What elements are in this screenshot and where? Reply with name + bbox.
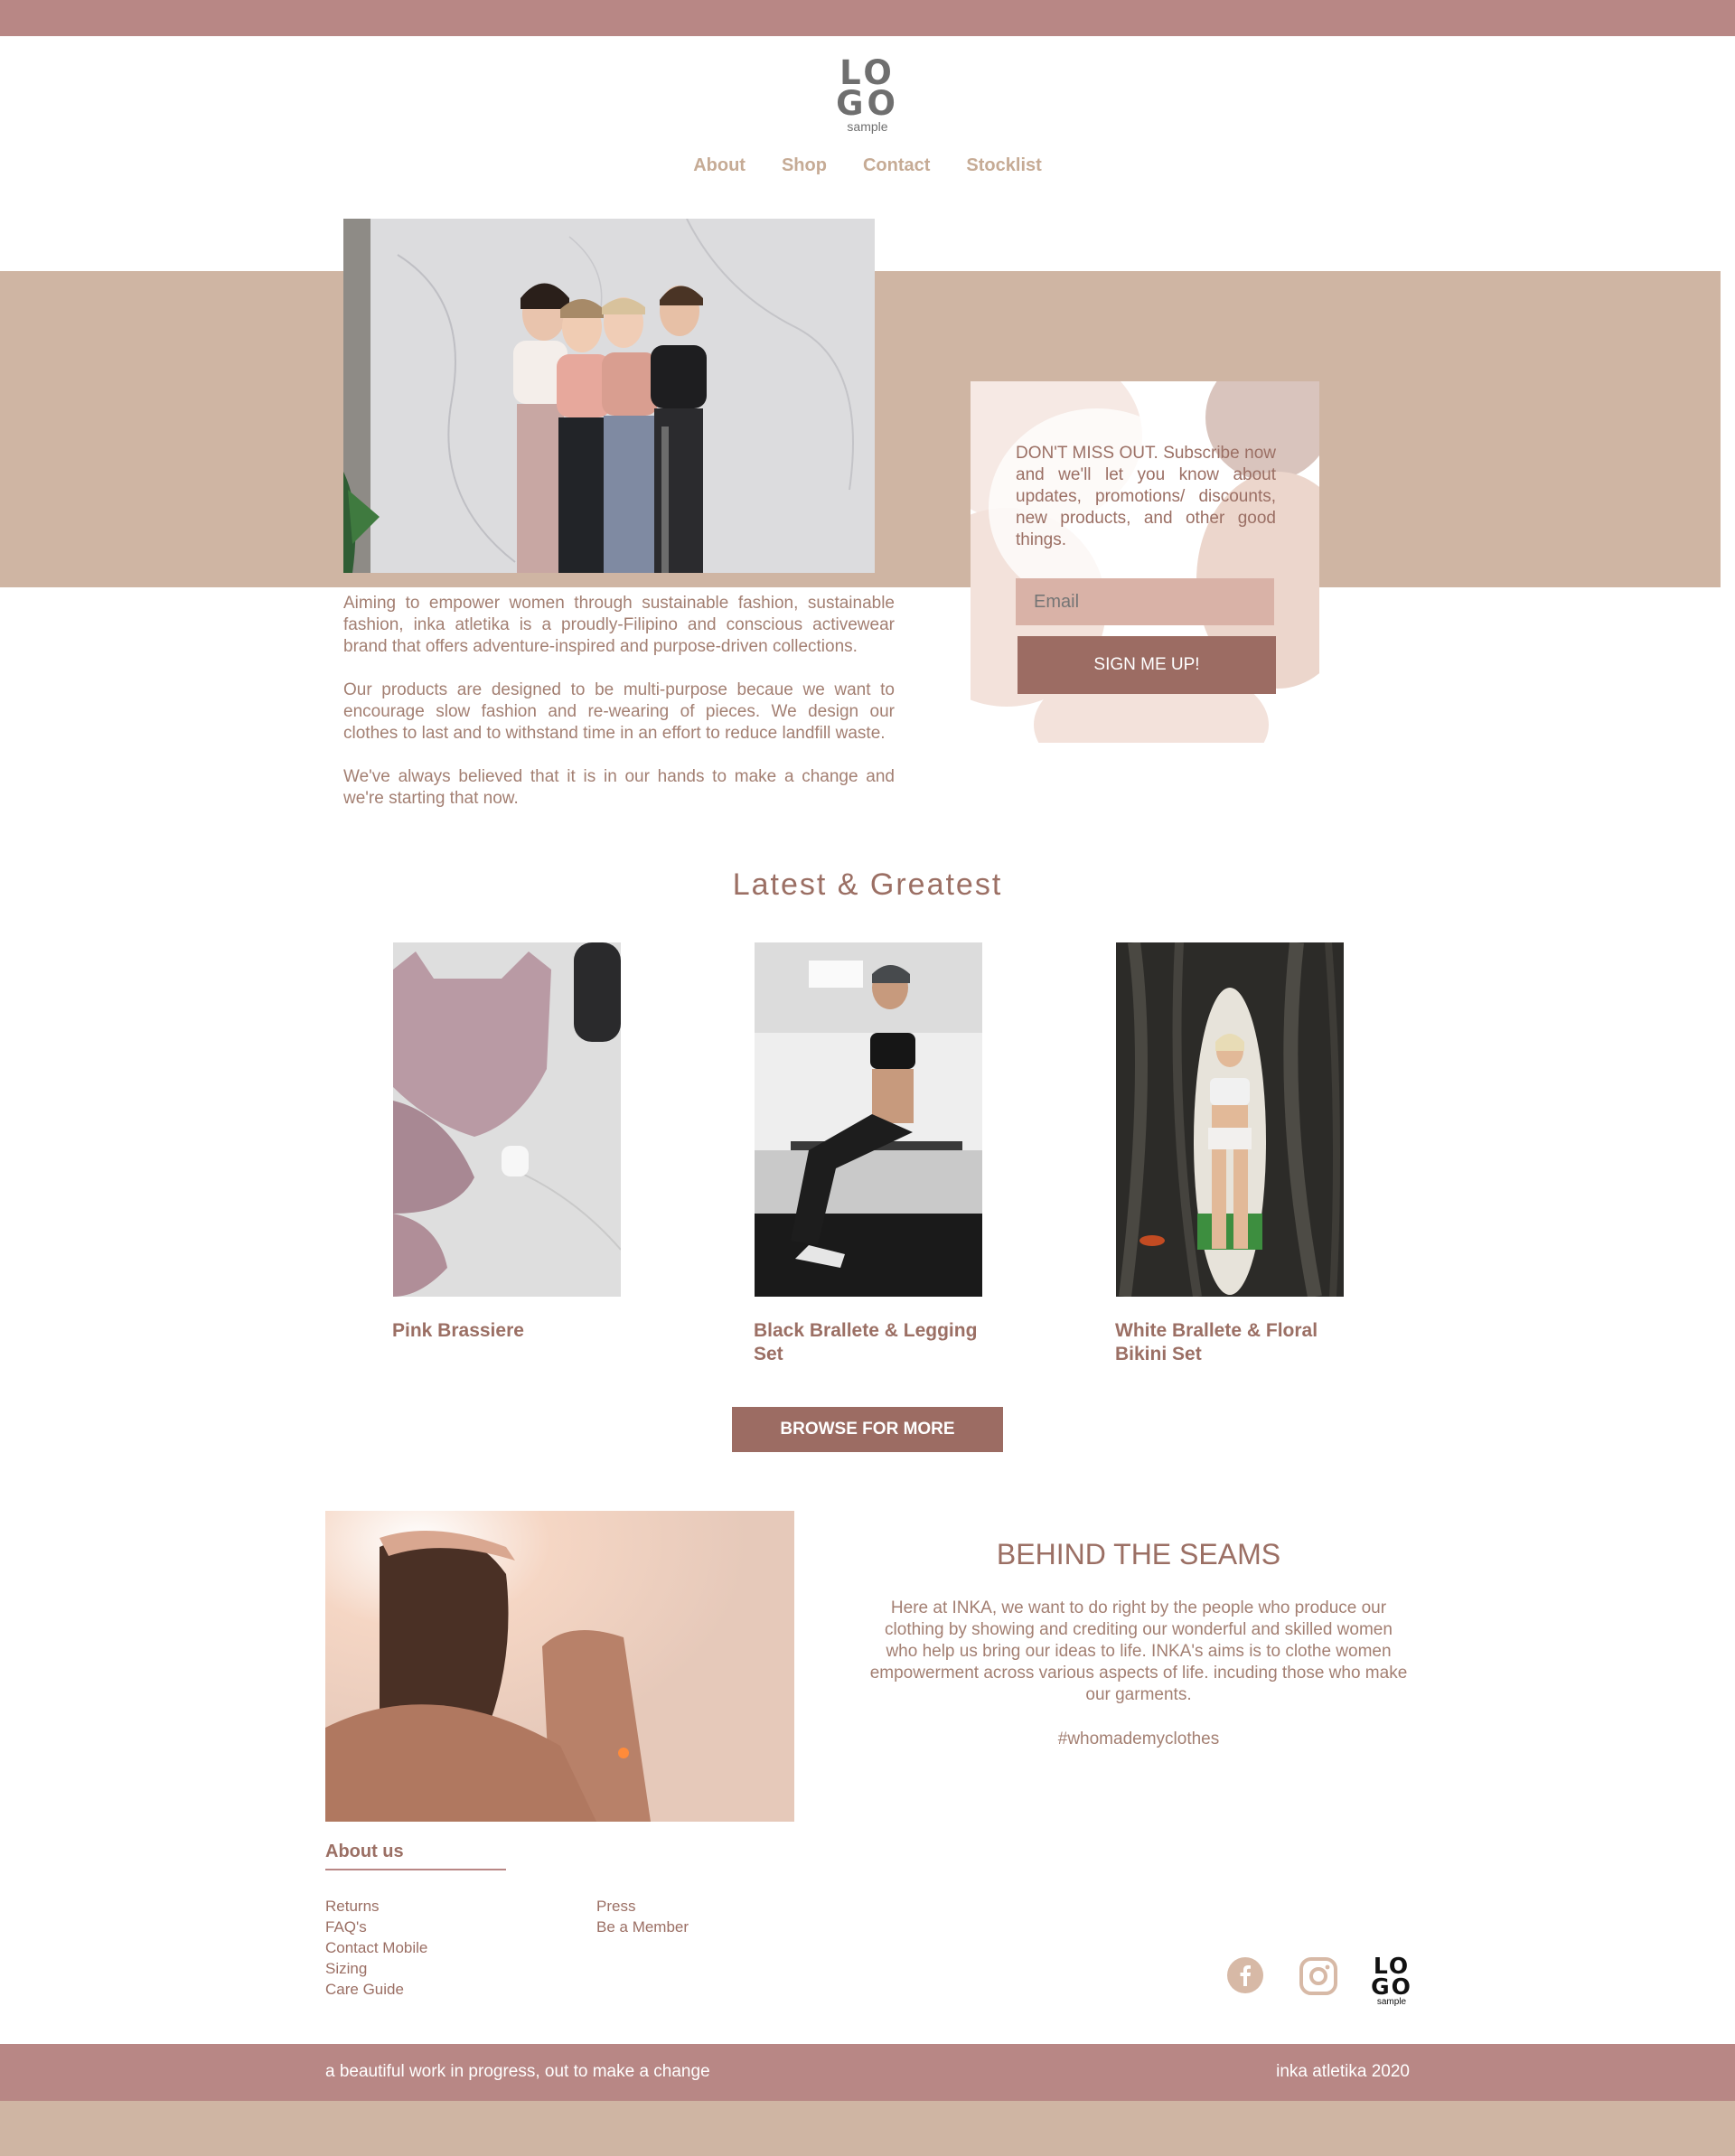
hero-photo: [343, 219, 875, 573]
footer-link-care-guide[interactable]: Care Guide: [325, 1979, 427, 2000]
footer-link-returns[interactable]: Returns: [325, 1896, 427, 1917]
logo-sub: sample: [847, 119, 888, 134]
product-name-1[interactable]: Pink Brassiere: [392, 1319, 627, 1343]
logo-line-2: GO: [836, 84, 899, 123]
email-input[interactable]: [1016, 578, 1274, 625]
product-photo-2: [755, 942, 982, 1297]
footer-about-underline: [325, 1869, 506, 1870]
footer-tagline: a beautiful work in progress, out to mak…: [325, 2062, 710, 2081]
footer-link-press[interactable]: Press: [596, 1896, 689, 1917]
nav-about[interactable]: About: [693, 155, 746, 176]
footer-link-be-a-member[interactable]: Be a Member: [596, 1917, 689, 1937]
intro-text: Aiming to empower women through sustaina…: [343, 593, 895, 831]
nav-shop[interactable]: Shop: [782, 155, 827, 176]
footer-logo-line-2: GO: [1371, 1973, 1412, 2000]
nav-stocklist[interactable]: Stocklist: [966, 155, 1041, 176]
latest-title: Latest & Greatest: [732, 867, 1003, 902]
seams-hashtag[interactable]: #whomademyclothes: [868, 1729, 1410, 1749]
product-photo-1: [393, 942, 621, 1297]
nav-contact[interactable]: Contact: [863, 155, 930, 176]
product-photo-3: [1116, 942, 1344, 1297]
intro-paragraph-3: We've always believed that it is in our …: [343, 767, 895, 808]
product-name-2[interactable]: Black Brallete & Legging Set: [754, 1319, 989, 1366]
main-nav: About Shop Contact Stocklist: [0, 155, 1735, 176]
browse-button[interactable]: BROWSE FOR MORE: [732, 1407, 1003, 1452]
footer-link-sizing[interactable]: Sizing: [325, 1958, 427, 1979]
footer-logo[interactable]: LO GO sample: [1366, 1954, 1417, 2008]
footer-about-us[interactable]: About us: [325, 1842, 404, 1862]
instagram-icon[interactable]: [1299, 1957, 1337, 1995]
footer-copyright: inka atletika 2020: [1276, 2062, 1410, 2081]
product-image-pink-brassiere[interactable]: [393, 942, 621, 1297]
footer-link-faqs[interactable]: FAQ's: [325, 1917, 427, 1937]
footer-link-contact-mobile[interactable]: Contact Mobile: [325, 1937, 427, 1958]
product-image-white-brallete[interactable]: [1116, 942, 1344, 1297]
footer-links-col-1: Returns FAQ's Contact Mobile Sizing Care…: [325, 1896, 427, 2000]
intro-paragraph-1: Aiming to empower women through sustaina…: [343, 594, 895, 656]
product-image-black-brallete[interactable]: [755, 942, 982, 1297]
facebook-icon[interactable]: [1227, 1957, 1263, 1993]
hero-photo-art: [343, 219, 875, 573]
sign-up-button[interactable]: SIGN ME UP!: [1018, 636, 1276, 694]
site-logo[interactable]: LO GO sample: [818, 56, 917, 134]
seams-text: Here at INKA, we want to do right by the…: [869, 1598, 1408, 1704]
product-name-3[interactable]: White Brallete & Floral Bikini Set: [1115, 1319, 1350, 1366]
top-band: [0, 0, 1735, 36]
seams-photo-art: [325, 1511, 794, 1822]
floor-band: [0, 2101, 1735, 2156]
bottom-band: [0, 2044, 1735, 2101]
intro-paragraph-2: Our products are designed to be multi-pu…: [343, 680, 895, 743]
footer-links-col-2: Press Be a Member: [596, 1896, 689, 1937]
newsletter-text: DON'T MISS OUT. Subscribe now and we'll …: [1016, 444, 1276, 549]
newsletter-card: DON'T MISS OUT. Subscribe now and we'll …: [971, 381, 1319, 743]
seams-photo: [325, 1511, 794, 1822]
seams-title: BEHIND THE SEAMS: [996, 1538, 1281, 1570]
